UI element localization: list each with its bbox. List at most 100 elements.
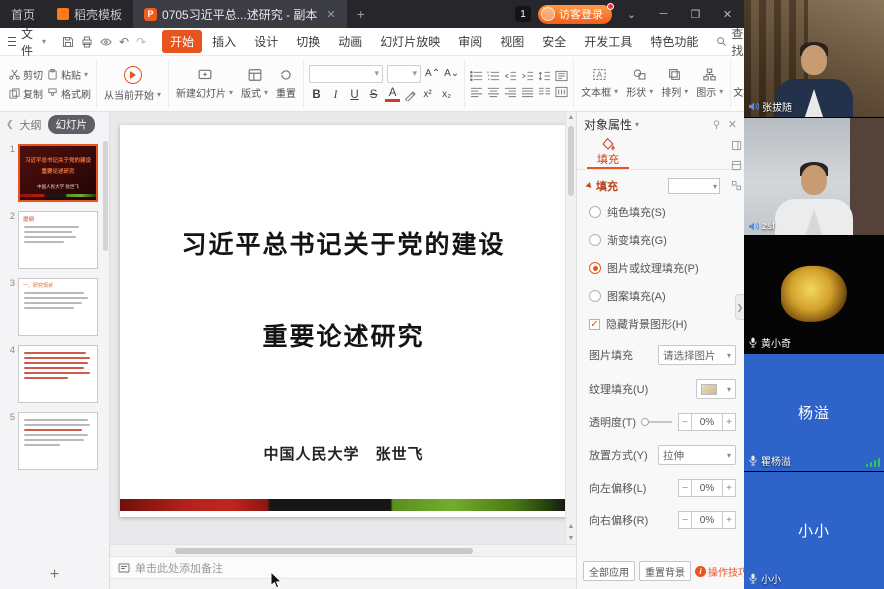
justify-icon[interactable] — [521, 86, 534, 98]
font-size-select[interactable]: ▾ — [387, 65, 421, 83]
participant-video[interactable]: 杨溢 瞿杨溢 — [744, 354, 884, 472]
tab-start[interactable]: 开始 — [162, 30, 202, 53]
line-spacing-icon[interactable] — [538, 70, 551, 82]
caret-down-icon[interactable]: ▾ — [635, 120, 639, 129]
indent-icon[interactable] — [521, 70, 534, 82]
grid-shortcut-icon[interactable] — [731, 180, 742, 191]
diagram-button[interactable]: 图示▾ — [694, 68, 725, 99]
scroll-up-icon[interactable]: ▲ — [566, 114, 576, 121]
tab-devtools[interactable]: 开发工具 — [576, 30, 640, 53]
print-icon[interactable] — [81, 36, 93, 48]
notification-badge[interactable]: 1 — [515, 6, 531, 22]
participant-video[interactable]: 小小 小小 — [744, 472, 884, 589]
columns-icon[interactable] — [538, 86, 551, 98]
collapse-panel-icon[interactable]: ❮ — [6, 119, 14, 130]
arrange-button[interactable]: 排列▾ — [659, 68, 690, 99]
slide-canvas[interactable]: 习近平总书记关于党的建设 重要论述研究 中国人民大学 张世飞 ▲ ▲ ▼ — [110, 112, 576, 544]
text-direction-icon[interactable] — [555, 70, 568, 82]
thumbnail-scrollbar[interactable] — [103, 141, 108, 251]
tab-transition[interactable]: 切换 — [288, 30, 328, 53]
styles-shortcut-icon[interactable] — [731, 160, 742, 171]
search-command[interactable]: 查找 — [716, 25, 743, 59]
copy-button[interactable]: 复制 — [9, 86, 43, 101]
align-center-icon[interactable] — [487, 86, 500, 98]
underline-button[interactable]: U — [347, 87, 362, 103]
participant-video[interactable]: zsf — [744, 118, 884, 236]
previous-slide-icon[interactable]: ▲ — [566, 523, 576, 530]
align-right-icon[interactable] — [504, 86, 517, 98]
current-slide[interactable]: 习近平总书记关于党的建设 重要论述研究 中国人民大学 张世飞 — [120, 125, 567, 517]
italic-button[interactable]: I — [328, 87, 343, 103]
highlight-pen-icon[interactable] — [404, 89, 416, 101]
strikethrough-button[interactable]: S — [366, 87, 381, 103]
canvas-horizontal-scrollbar[interactable] — [110, 544, 576, 556]
slides-tab[interactable]: 幻灯片 — [48, 115, 96, 134]
slider-knob[interactable] — [641, 418, 649, 426]
slide-thumbnail-4[interactable] — [18, 345, 98, 403]
textbox-button[interactable]: A 文本框▾ — [579, 68, 620, 99]
tab-close-icon[interactable]: ✕ — [326, 8, 335, 21]
panel-shortcut-icon[interactable] — [731, 140, 742, 151]
offset-right-value[interactable]: 0% — [692, 511, 722, 529]
file-menu[interactable]: 文件 ▾ — [8, 25, 46, 59]
bullet-list-icon[interactable] — [470, 70, 483, 82]
slide-thumbnail-1[interactable]: 习近平总书记关于党的建设 重要论述研究 中国人民大学 张世飞 — [18, 144, 98, 202]
fill-option-solid[interactable]: 纯色填充(S) — [577, 198, 744, 226]
visitor-login-button[interactable]: 访客登录 — [538, 5, 612, 24]
tips-link[interactable]: i 操作技巧 — [695, 564, 748, 579]
hide-background-checkbox[interactable]: ✓ 隐藏背景图形(H) — [577, 310, 744, 338]
paste-button[interactable]: 粘贴 ▾ — [47, 67, 91, 82]
reset-button[interactable]: 重置 — [274, 68, 298, 100]
format-painter-button[interactable]: 格式刷 — [47, 86, 91, 101]
tab-insert[interactable]: 插入 — [204, 30, 244, 53]
redo-icon[interactable]: ↷ — [136, 35, 146, 49]
doc-assistant-button[interactable]: 文档助手 — [731, 68, 744, 99]
transparency-slider[interactable] — [642, 421, 672, 423]
minus-button[interactable]: − — [678, 479, 692, 497]
fill-option-picture-texture[interactable]: 图片或纹理填充(P) — [577, 254, 744, 282]
new-slide-button[interactable]: 新建幻灯片▾ — [174, 68, 235, 100]
outdent-icon[interactable] — [504, 70, 517, 82]
scrollbar-thumb[interactable] — [175, 548, 473, 554]
decrease-font-button[interactable]: A⌄ — [444, 66, 459, 82]
numbered-list-icon[interactable] — [487, 70, 500, 82]
texture-select-dropdown[interactable]: ▾ — [696, 379, 736, 399]
fill-section-header[interactable]: 填充 ▾ — [577, 170, 744, 198]
slide-thumbnail-2[interactable]: 提纲 — [18, 211, 98, 269]
slide-thumbnail-5[interactable] — [18, 412, 98, 470]
tab-features[interactable]: 特色功能 — [642, 30, 706, 53]
participant-video[interactable]: 张拔随 — [744, 0, 884, 118]
fill-color-swatch[interactable]: ▾ — [668, 178, 720, 194]
participant-video[interactable]: 黄小奇 — [744, 236, 884, 354]
subscript-button[interactable]: x₂ — [439, 87, 454, 103]
notes-bar[interactable]: 单击此处添加备注 — [110, 556, 576, 578]
transparency-value[interactable]: 0% — [692, 413, 722, 431]
print-preview-icon[interactable] — [100, 36, 112, 48]
maximize-button[interactable]: ❐ — [683, 0, 708, 28]
plus-button[interactable]: + — [722, 511, 736, 529]
add-slide-button[interactable]: + — [0, 561, 109, 589]
fill-option-gradient[interactable]: 渐变填充(G) — [577, 226, 744, 254]
tab-animation[interactable]: 动画 — [330, 30, 370, 53]
font-color-button[interactable]: A — [385, 88, 400, 102]
pin-icon[interactable] — [711, 119, 722, 130]
layout-button[interactable]: 版式▾ — [239, 68, 270, 100]
save-icon[interactable] — [62, 36, 74, 48]
superscript-button[interactable]: x² — [420, 87, 435, 103]
more-icon[interactable]: ⌄ — [619, 0, 644, 28]
minus-button[interactable]: − — [678, 413, 692, 431]
distribute-icon[interactable] — [555, 86, 568, 98]
apply-all-button[interactable]: 全部应用 — [583, 561, 635, 581]
tab-view[interactable]: 视图 — [492, 30, 532, 53]
tab-review[interactable]: 审阅 — [450, 30, 490, 53]
slide-thumbnail-3[interactable]: 一、研究现状 — [18, 278, 98, 336]
increase-font-button[interactable]: A⌃ — [425, 66, 440, 82]
tab-slideshow[interactable]: 幻灯片放映 — [372, 30, 448, 53]
fill-option-pattern[interactable]: 图案填充(A) — [577, 282, 744, 310]
plus-button[interactable]: + — [722, 479, 736, 497]
undo-icon[interactable]: ↶ — [119, 35, 129, 49]
canvas-vertical-scrollbar[interactable]: ▲ ▲ ▼ — [565, 112, 576, 544]
minus-button[interactable]: − — [678, 511, 692, 529]
tab-security[interactable]: 安全 — [534, 30, 574, 53]
bold-button[interactable]: B — [309, 87, 324, 103]
